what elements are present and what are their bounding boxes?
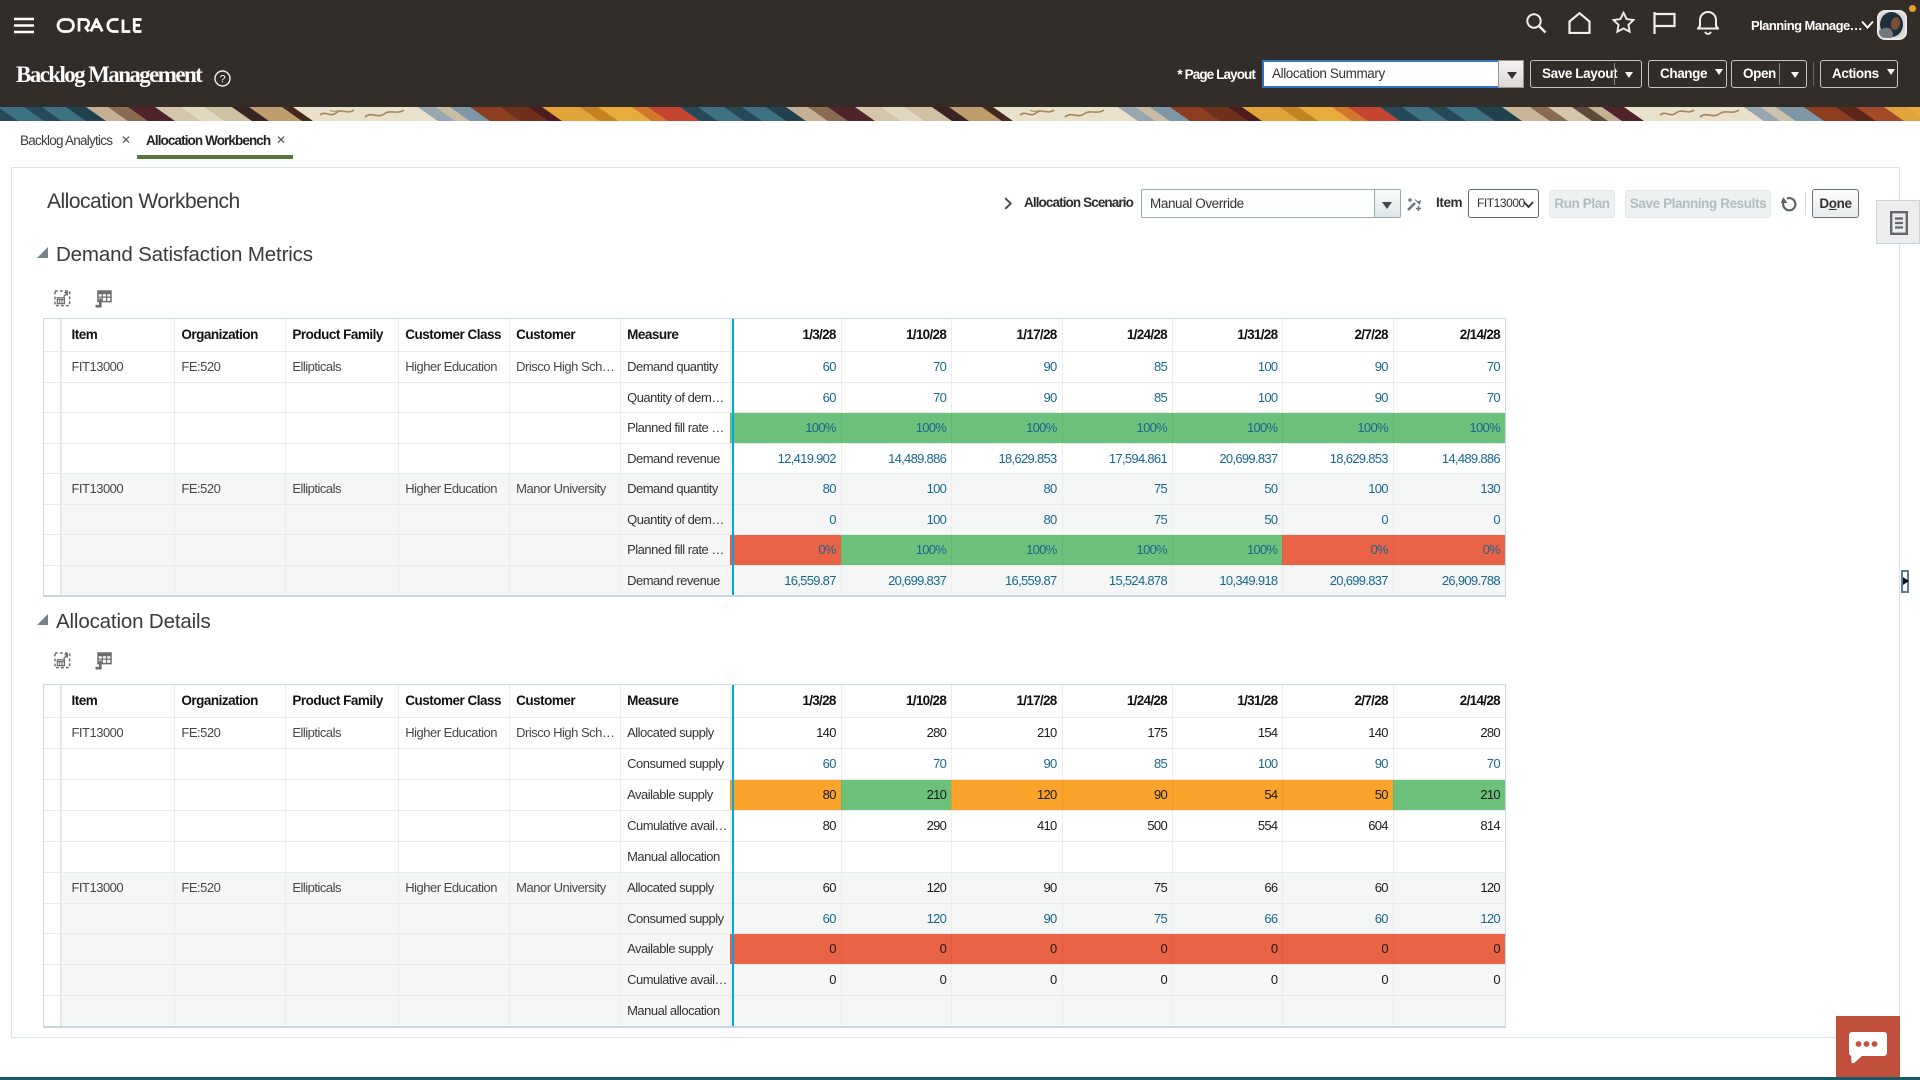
svg-text:?: ?	[219, 73, 225, 85]
